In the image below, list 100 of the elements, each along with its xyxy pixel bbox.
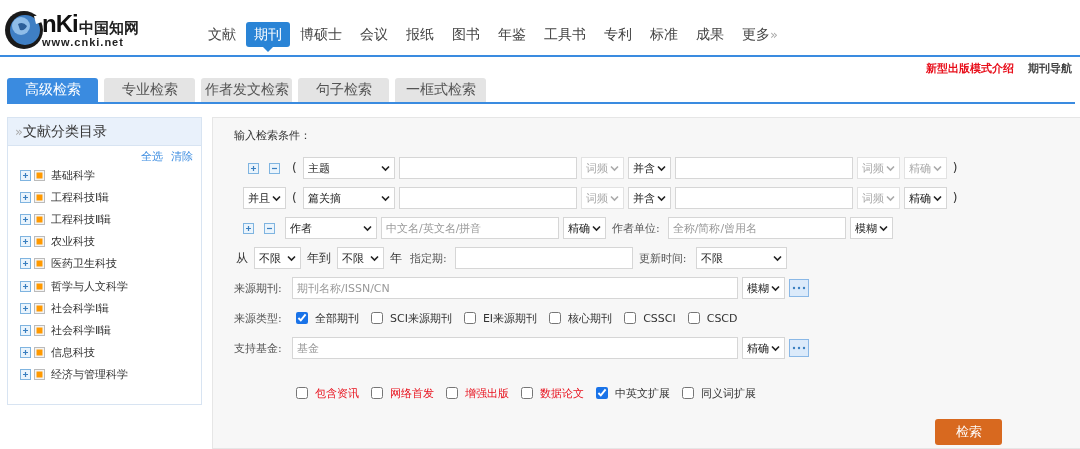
input-field[interactable] xyxy=(398,157,577,179)
sidebar-link[interactable]: 清除 xyxy=(171,149,193,164)
category-item[interactable]: 社会科学Ⅱ辑 xyxy=(51,322,112,338)
checkbox-label[interactable]: 全部期刊 xyxy=(315,310,359,326)
nav-tab[interactable]: 标准 xyxy=(642,22,686,47)
sidebar-link[interactable]: 全选 xyxy=(141,149,163,164)
expand-icon[interactable] xyxy=(20,191,31,203)
checkbox-label[interactable]: EI来源期刊 xyxy=(482,310,538,326)
expand-icon[interactable] xyxy=(20,213,31,225)
input-field[interactable]: 期刊名称/ISSN/CN xyxy=(292,277,738,299)
checkbox[interactable] xyxy=(446,387,458,399)
nav-tab[interactable]: 专利 xyxy=(596,22,640,47)
checkbox-label[interactable]: CSSCI xyxy=(643,311,676,325)
checkbox[interactable] xyxy=(371,387,383,399)
folder-square-icon xyxy=(34,324,45,336)
dropdown[interactable]: 并且 xyxy=(243,187,286,209)
checkbox-label[interactable]: CSCD xyxy=(706,311,738,325)
dropdown[interactable]: 并含 xyxy=(627,187,671,209)
checkbox-label[interactable]: 网络首发 xyxy=(390,385,434,401)
field-label: 支持基金: xyxy=(234,340,283,356)
checkbox-label[interactable]: 数据论文 xyxy=(540,385,584,401)
add-icon[interactable] xyxy=(243,222,254,234)
category-item[interactable]: 农业科技 xyxy=(51,234,95,250)
category-item[interactable]: 基础科学 xyxy=(51,167,95,183)
dropdown[interactable]: 精确 xyxy=(903,187,947,209)
dropdown[interactable]: 主题 xyxy=(302,157,395,179)
checkbox[interactable] xyxy=(687,312,700,324)
search-tab[interactable]: 作者发文检索 xyxy=(201,78,292,102)
search-tab[interactable]: 一框式检索 xyxy=(395,78,486,102)
expand-icon[interactable] xyxy=(20,369,31,381)
checkbox[interactable] xyxy=(463,312,476,324)
checkbox[interactable] xyxy=(624,312,637,324)
category-item[interactable]: 医药卫生科技 xyxy=(51,256,117,272)
add-icon[interactable] xyxy=(248,162,259,174)
input-field[interactable]: 中文名/英文名/拼音 xyxy=(381,217,559,239)
checkbox-label[interactable]: 中英文扩展 xyxy=(615,385,670,401)
checkbox-label[interactable]: SCI来源期刊 xyxy=(390,310,452,326)
checkbox[interactable] xyxy=(296,387,308,399)
checkbox[interactable] xyxy=(682,387,694,399)
dropdown[interactable]: 模糊 xyxy=(742,277,785,299)
expand-icon[interactable] xyxy=(20,169,31,181)
category-item[interactable]: 哲学与人文科学 xyxy=(51,278,128,294)
dropdown[interactable]: 不限 xyxy=(337,247,384,269)
dropdown[interactable]: 不限 xyxy=(254,247,301,269)
more-icon[interactable] xyxy=(789,279,809,297)
nav-tab[interactable]: 成果 xyxy=(688,22,732,47)
checkbox-label[interactable]: 同义词扩展 xyxy=(701,385,756,401)
search-tab[interactable]: 高级检索 xyxy=(7,78,98,102)
category-item[interactable]: 经济与管理科学 xyxy=(51,367,128,383)
nav-tab[interactable]: 工具书 xyxy=(536,22,594,47)
top-link[interactable]: 期刊导航 xyxy=(1028,61,1072,77)
nav-tab[interactable]: 报纸 xyxy=(398,22,442,47)
dropdown[interactable]: 精确 xyxy=(563,217,606,239)
caret-icon xyxy=(932,164,942,172)
expand-icon[interactable] xyxy=(20,324,31,336)
caret-icon xyxy=(609,164,619,172)
expand-icon[interactable] xyxy=(20,236,31,248)
more-icon[interactable] xyxy=(789,339,809,357)
nav-tab[interactable]: 图书 xyxy=(444,22,488,47)
dropdown[interactable]: 不限 xyxy=(696,247,788,269)
checkbox[interactable] xyxy=(371,312,383,324)
nav-tab[interactable]: 会议 xyxy=(352,22,396,47)
remove-icon[interactable] xyxy=(264,222,275,234)
dropdown[interactable]: 并含 xyxy=(627,157,671,179)
category-item[interactable]: 社会科学Ⅰ辑 xyxy=(51,300,110,316)
input-field[interactable]: 基金 xyxy=(292,337,738,359)
nav-tab[interactable]: 文献 xyxy=(200,22,244,47)
expand-icon[interactable] xyxy=(20,347,31,359)
search-tab[interactable]: 专业检索 xyxy=(104,78,195,102)
dropdown[interactable]: 精确 xyxy=(742,337,785,359)
checkbox-label[interactable]: 增强出版 xyxy=(465,385,509,401)
checkbox-label[interactable]: 包含资讯 xyxy=(315,385,359,401)
sidebar-title: 文献分类目录 xyxy=(22,122,107,141)
category-item[interactable]: 信息科技 xyxy=(51,345,95,361)
input-field[interactable] xyxy=(454,247,633,269)
dropdown[interactable]: 篇关摘 xyxy=(302,187,395,209)
expand-icon[interactable] xyxy=(20,258,31,270)
checkbox[interactable] xyxy=(296,312,308,324)
input-field[interactable]: 全称/简称/曾用名 xyxy=(667,217,846,239)
dropdown[interactable]: 模糊 xyxy=(849,217,893,239)
checkbox[interactable] xyxy=(549,312,562,324)
category-item[interactable]: 工程科技Ⅰ辑 xyxy=(51,189,110,205)
checkbox-label[interactable]: 核心期刊 xyxy=(568,310,613,326)
search-tab[interactable]: 句子检索 xyxy=(298,78,389,102)
input-field[interactable] xyxy=(674,187,853,209)
checkbox[interactable] xyxy=(521,387,533,399)
top-link[interactable]: 新型出版模式介绍 xyxy=(926,61,1014,77)
nav-tab[interactable]: 更多» xyxy=(734,22,786,47)
dropdown[interactable]: 作者 xyxy=(285,217,377,239)
category-item[interactable]: 工程科技Ⅱ辑 xyxy=(51,211,112,227)
input-field[interactable] xyxy=(398,187,577,209)
nav-tab[interactable]: 年鉴 xyxy=(490,22,534,47)
search-button[interactable]: 检索 xyxy=(935,419,1002,445)
nav-tab[interactable]: 博硕士 xyxy=(292,22,350,47)
expand-icon[interactable] xyxy=(20,302,31,314)
input-field[interactable] xyxy=(674,157,853,179)
remove-icon[interactable] xyxy=(269,162,280,174)
checkbox[interactable] xyxy=(596,387,608,399)
expand-icon[interactable] xyxy=(20,280,31,292)
form-text: ) xyxy=(951,161,959,175)
